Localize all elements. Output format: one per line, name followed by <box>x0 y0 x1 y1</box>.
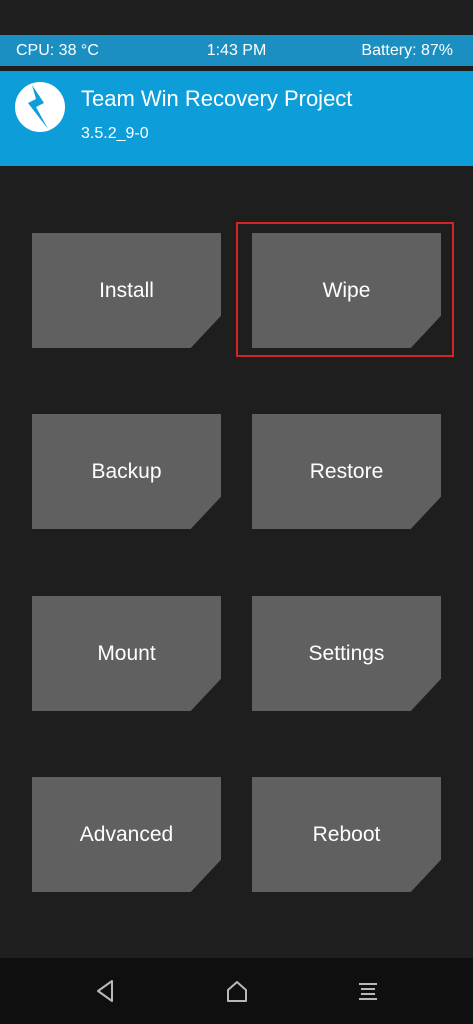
app-header: Team Win Recovery Project 3.5.2_9-0 <box>0 71 473 166</box>
advanced-button[interactable]: Advanced <box>32 777 221 892</box>
menu-icon[interactable] <box>353 976 383 1006</box>
navigation-bar <box>0 958 473 1024</box>
restore-button[interactable]: Restore <box>252 414 441 529</box>
mount-button[interactable]: Mount <box>32 596 221 711</box>
status-bar: CPU: 38 °C 1:43 PM Battery: 87% <box>0 35 473 66</box>
app-version: 3.5.2_9-0 <box>81 125 149 142</box>
battery-level: Battery: 87% <box>361 42 453 59</box>
app-title: Team Win Recovery Project <box>81 86 353 111</box>
twrp-logo-icon <box>15 82 65 132</box>
reboot-button[interactable]: Reboot <box>252 777 441 892</box>
settings-button[interactable]: Settings <box>252 596 441 711</box>
back-icon[interactable] <box>91 976 121 1006</box>
home-icon[interactable] <box>222 976 252 1006</box>
main-menu: Install Wipe Backup Restore Mount Settin… <box>0 166 473 956</box>
wipe-button[interactable]: Wipe <box>252 233 441 348</box>
install-button[interactable]: Install <box>32 233 221 348</box>
backup-button[interactable]: Backup <box>32 414 221 529</box>
top-spacer <box>0 0 473 35</box>
